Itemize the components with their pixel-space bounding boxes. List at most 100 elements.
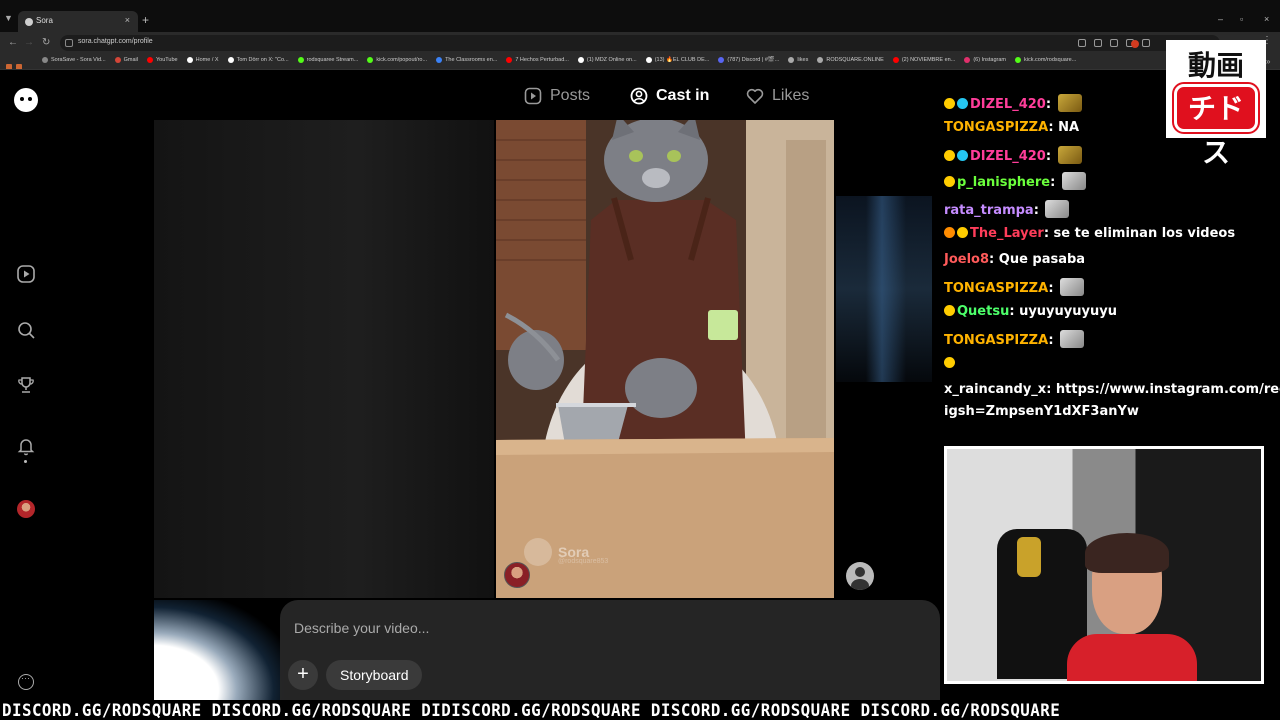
bookmark-item[interactable]: (13) 🔥EL CLUB DE... [645, 57, 710, 63]
chat-username: Joelo8 [944, 252, 990, 267]
bookmark-item[interactable]: (2) NOVIEMBRE en... [892, 57, 955, 63]
bookmark-item[interactable]: SoraSave - Sora Vid... [42, 57, 106, 63]
install-icon[interactable] [1078, 39, 1086, 47]
bookmark-favicon-icon [817, 57, 824, 63]
bookmark-item[interactable]: (787) Discord | #🎬... [718, 57, 779, 63]
more-bookmarks-icon[interactable]: » [1266, 57, 1270, 66]
maximize-button[interactable]: ▫ [1240, 14, 1243, 24]
bookmark-item[interactable]: Tom Dörr on X: "Co... [227, 57, 289, 63]
bookmark-favicon-icon [1015, 57, 1022, 63]
minimize-button[interactable]: – [1218, 14, 1223, 24]
reload-icon[interactable]: ↻ [42, 37, 50, 49]
browser-tab[interactable]: Sora × [18, 11, 138, 32]
discord-ticker: DISCORD.GG/RODSQUARE DISCORD.GG/RODSQUAR… [0, 700, 1280, 720]
chat-text: uyuyuyuyuyu [1019, 304, 1117, 319]
bookmark-favicon-icon [964, 57, 971, 63]
chat-badge-icon [944, 357, 955, 368]
chat-message: igsh=ZmpsenY1dXF3anYw [944, 404, 1139, 420]
bookmark-item[interactable]: YouTube [147, 57, 178, 63]
bookmark-label: SoraSave - Sora Vid... [51, 57, 106, 63]
url-field[interactable]: sora.chatgpt.com/profile [60, 35, 1220, 51]
site-info-icon[interactable] [65, 39, 73, 47]
chat-emote-icon [1060, 278, 1085, 296]
chat-username: x_raincandy_x [944, 382, 1047, 397]
back-icon[interactable]: ← [8, 37, 18, 49]
chat-message: Joelo8: Que pasaba [944, 252, 1086, 267]
chat-username: DIZEL_420 [970, 97, 1046, 112]
avatar[interactable] [17, 500, 35, 518]
chat-username: rata_trampa [944, 203, 1034, 218]
bookmark-item[interactable]: 7 Hechos Perturbad... [506, 57, 569, 63]
video-player[interactable]: Sora @rodsquare853 [496, 120, 834, 598]
bookmark-label: (787) Discord | #🎬... [727, 57, 780, 63]
video-play-icon[interactable] [16, 264, 36, 284]
chat-message: p_lanisphere: [944, 172, 1086, 191]
tab-label: Cast in [656, 87, 710, 104]
bookmark-favicon-icon [788, 57, 795, 63]
translate-icon[interactable] [1094, 39, 1102, 47]
bookmark-item[interactable]: Gmail [114, 57, 138, 63]
next-video-card[interactable] [836, 196, 932, 382]
previous-video-card[interactable] [154, 120, 494, 598]
bookmark-item[interactable]: (1) MDZ Online on... [577, 57, 637, 63]
bookmark-favicon-icon [114, 57, 121, 63]
close-window-button[interactable]: × [1264, 14, 1269, 24]
more-icon[interactable] [18, 673, 34, 690]
bookmark-item[interactable]: likes [788, 57, 808, 63]
prompt-input[interactable]: Describe your video... [294, 620, 429, 636]
bookmarks-list: SoraSave - Sora Vid... Gmail YouTube Home /… [42, 57, 1076, 63]
bookmark-favicon-icon [297, 57, 304, 63]
bell-icon[interactable] [16, 436, 36, 456]
tab-likes[interactable]: Likes [746, 87, 809, 105]
bookmark-item[interactable]: (6) Instagram [964, 57, 1006, 63]
chat-message: TONGASPIZZA: [944, 330, 1085, 349]
address-bar-row: ← → ↻ sora.chatgpt.com/profile [0, 32, 1280, 54]
new-tab-button[interactable]: + [142, 14, 149, 26]
chat-badge-icon [957, 98, 968, 109]
add-media-button[interactable]: + [288, 660, 318, 690]
bookmark-favicon-icon [892, 57, 899, 63]
extension-icon[interactable] [1131, 40, 1139, 48]
chat-username: TONGASPIZZA [944, 120, 1049, 135]
chat-username: TONGASPIZZA [944, 281, 1049, 296]
bookmark-label: Tom Dörr on X: "Co... [236, 57, 289, 63]
url-text: sora.chatgpt.com/profile [78, 38, 153, 45]
sora-logo-icon[interactable] [14, 88, 38, 112]
previous-video-thumbnail [154, 600, 284, 700]
tab-close-button[interactable]: × [125, 15, 130, 25]
chat-username: Quetsu [957, 304, 1010, 319]
zoom-icon[interactable] [1110, 39, 1118, 47]
bookmark-label: 7 Hechos Perturbad... [515, 57, 569, 63]
bookmark-label: (1) MDZ Online on... [586, 57, 637, 63]
bookmark-label: (13) 🔥EL CLUB DE... [654, 57, 710, 63]
address-bar-icons [1078, 39, 1150, 47]
bookmark-label: The Classrooms en... [445, 57, 498, 63]
bookmark-item[interactable]: The Classrooms en... [436, 57, 497, 63]
tab-list-chevron-icon[interactable]: ▼ [4, 13, 13, 23]
creator-avatar[interactable] [504, 562, 530, 588]
chat-text: se te eliminan los videos [1053, 226, 1236, 241]
chat-emote-icon [1061, 172, 1086, 190]
brand-top-text: 動画 [1187, 49, 1244, 82]
figurine [1017, 537, 1041, 577]
bookmark-favicon-icon [227, 57, 234, 63]
search-icon[interactable] [16, 320, 36, 340]
trophy-icon[interactable] [16, 375, 36, 395]
chat-message: TONGASPIZZA: NA [944, 120, 1080, 135]
bookmark-star-icon[interactable] [1142, 39, 1150, 47]
forward-icon[interactable]: → [24, 37, 34, 49]
apps-icon[interactable] [6, 58, 30, 69]
bookmark-item[interactable]: kick.com/popout/ro... [367, 57, 427, 63]
chat-message [944, 356, 957, 372]
storyboard-button[interactable]: Storyboard [326, 660, 423, 690]
chat-text: igsh=ZmpsenY1dXF3anYw [944, 404, 1139, 419]
bookmark-item[interactable]: Home / X [186, 57, 219, 63]
tab-posts[interactable]: Posts [524, 87, 590, 105]
bookmark-item[interactable]: kick.com/rodsquare... [1015, 57, 1076, 63]
chat-badge-icon [944, 176, 955, 187]
bookmark-favicon-icon [718, 57, 725, 63]
bookmark-item[interactable]: RODSQUARE.ONLINE [817, 57, 884, 63]
profile-icon[interactable] [846, 562, 874, 590]
tab-cast-in[interactable]: Cast in [630, 87, 709, 105]
bookmark-item[interactable]: rodsquaree Stream... [297, 57, 358, 63]
